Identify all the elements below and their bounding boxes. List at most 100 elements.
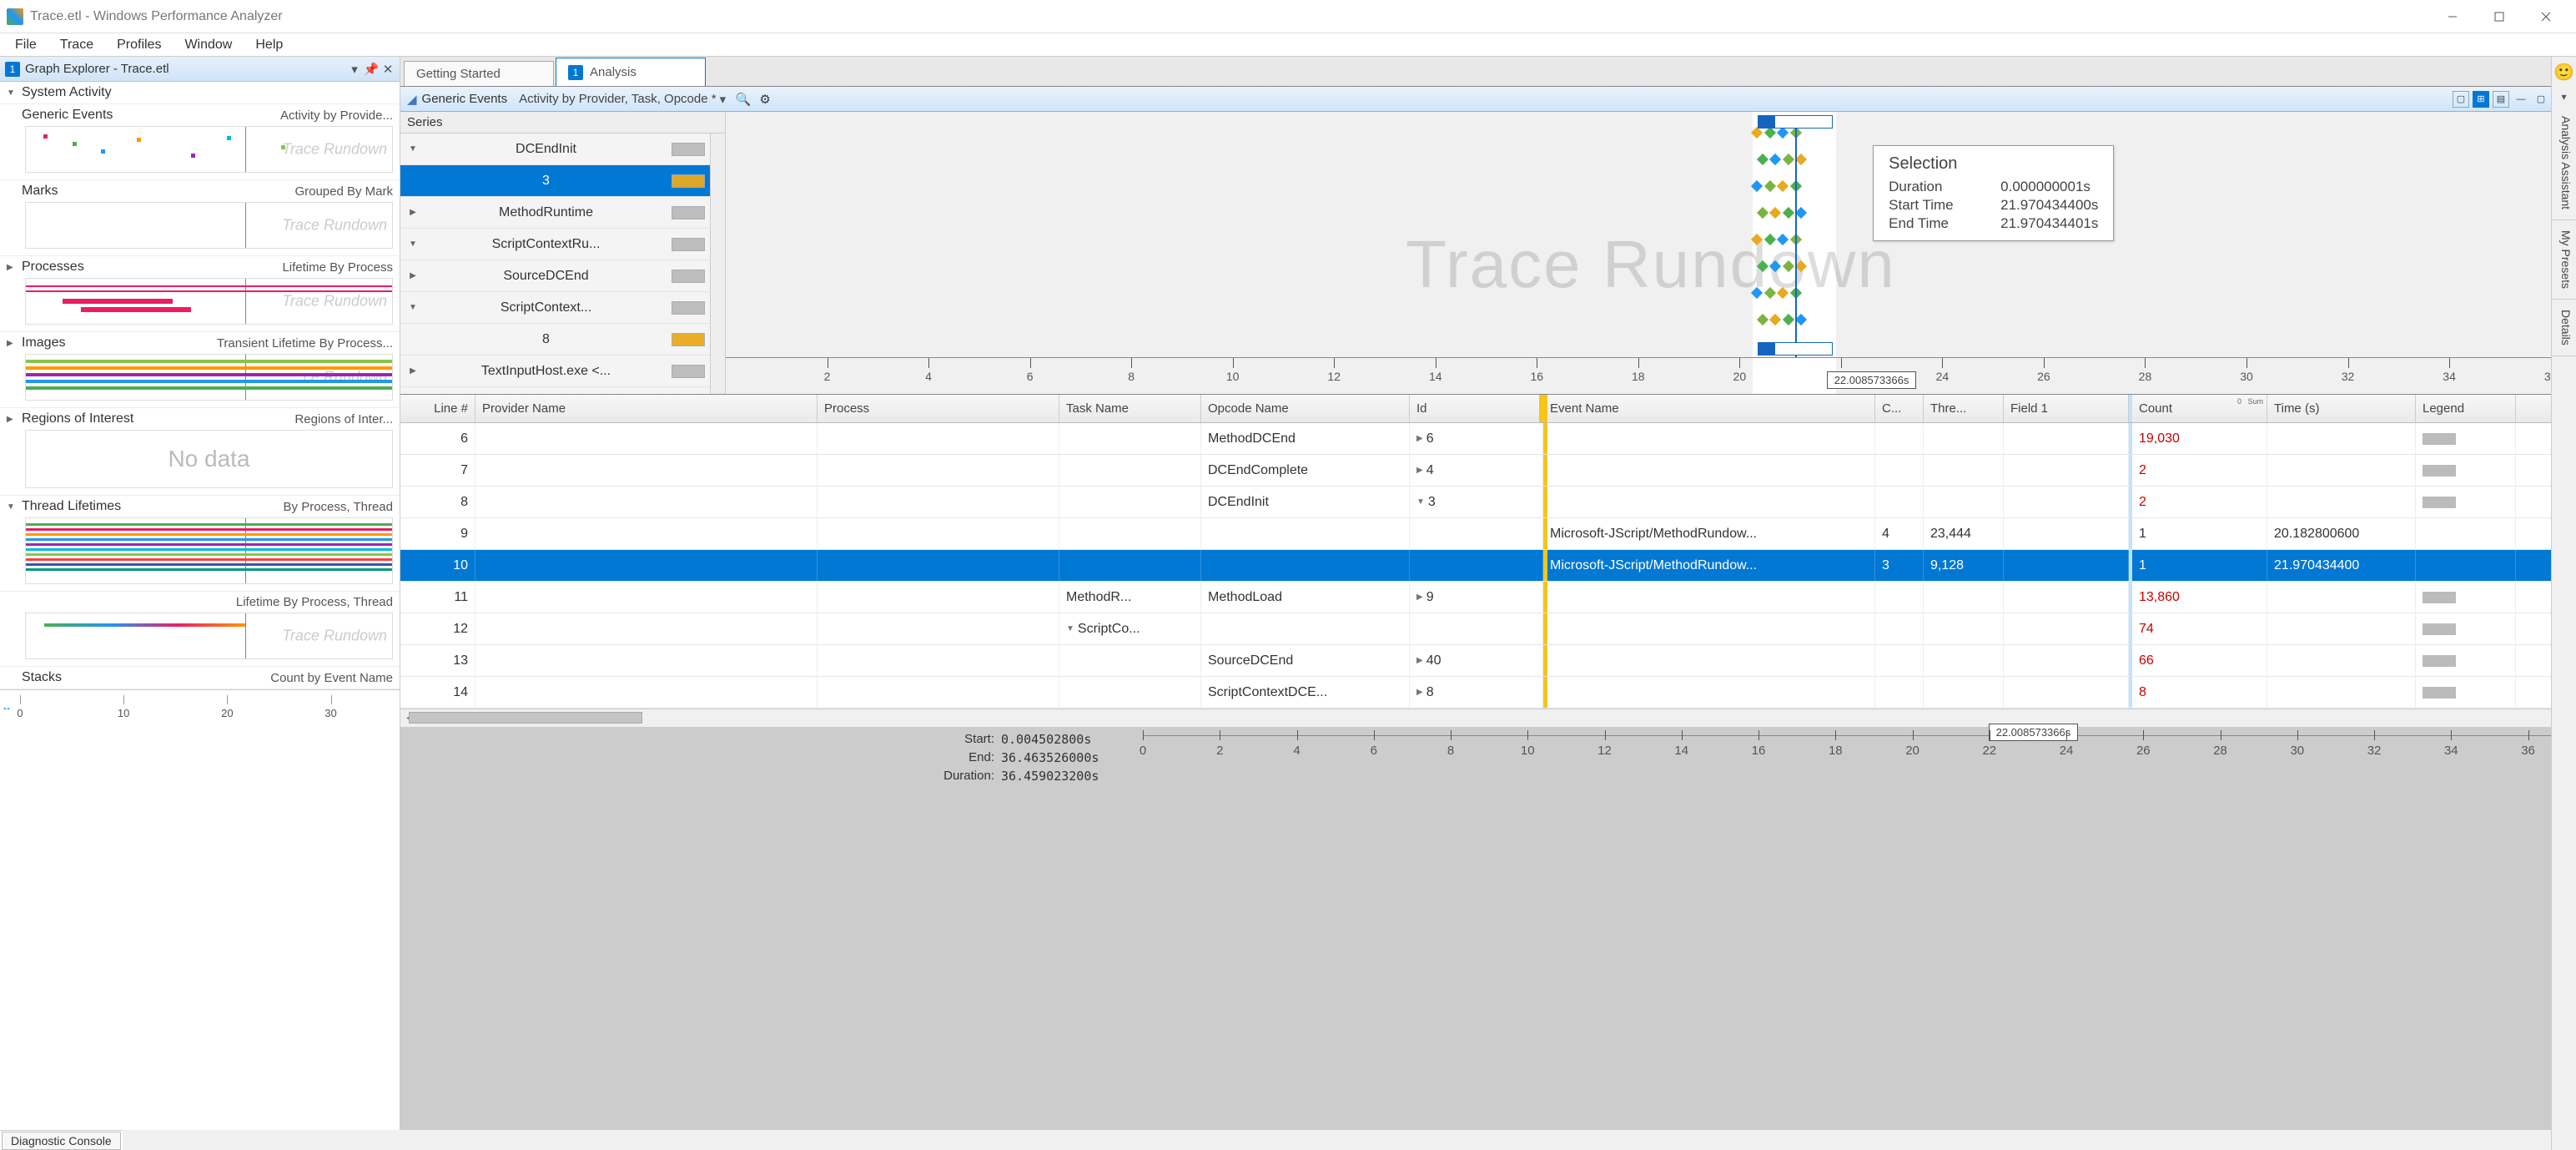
table-row[interactable]: 11MethodR...MethodLoad▶913,860 (400, 582, 2576, 613)
col-line[interactable]: Line # (400, 395, 475, 422)
thumbnail-lifetime-pt[interactable]: Trace Rundown (25, 613, 393, 659)
sidebar-ruler[interactable]: ↔ 0102030 (0, 689, 400, 723)
table-row[interactable]: 9Microsoft-JScript/MethodRundow...423,44… (400, 518, 2576, 550)
table-row[interactable]: 12▼ScriptCo...74 (400, 613, 2576, 645)
panel-maximize-icon[interactable]: ▢ (2533, 91, 2549, 108)
expand-icon[interactable]: ▼ (7, 502, 17, 512)
preset-dropdown-icon[interactable]: ▾ (720, 92, 727, 107)
view-mode-both-icon[interactable]: ⊞ (2473, 91, 2489, 108)
series-scrollbar[interactable] (710, 134, 725, 394)
tab-getting-started[interactable]: Getting Started (404, 61, 554, 86)
col-c[interactable]: C... (1875, 395, 1924, 422)
section-marks[interactable]: Marks Grouped By Mark Trace Rundown (0, 180, 400, 256)
panel-minimize-icon[interactable]: — (2513, 91, 2529, 108)
thumbnail-processes[interactable]: Trace Rundown (25, 278, 393, 325)
menu-trace[interactable]: Trace (48, 34, 105, 56)
series-row[interactable]: ▶TextInputHost.exe <... (400, 356, 710, 387)
col-event[interactable]: Event Name (1543, 395, 1875, 422)
table-header: Line # Provider Name Process Task Name O… (400, 395, 2576, 423)
selection-handle-bottom[interactable] (1758, 342, 1833, 356)
section-processes[interactable]: ▶ Processes Lifetime By Process Trace Ru… (0, 256, 400, 332)
timeline-chart[interactable]: Trace Rundown 24681012141618202224262830… (726, 112, 2576, 394)
col-thre[interactable]: Thre... (1924, 395, 2004, 422)
ruler-arrow-icon[interactable]: ↔ (2, 701, 12, 713)
table-row[interactable]: 6MethodDCEnd▶619,030 (400, 423, 2576, 455)
section-title: Marks (22, 184, 58, 199)
col-count[interactable]: Count 0 Sum (2129, 395, 2267, 422)
sidebar-close-icon[interactable]: ✕ (381, 63, 395, 76)
scroll-thumb[interactable] (409, 712, 642, 724)
view-mode-table-icon[interactable]: ▤ (2493, 91, 2509, 108)
expand-icon[interactable]: ▼ (7, 88, 17, 98)
section-regions-of-interest[interactable]: ▶ Regions of Interest Regions of Inter..… (0, 408, 400, 496)
sidebar-title-text: Graph Explorer - Trace.etl (25, 62, 169, 76)
menu-window[interactable]: Window (173, 34, 244, 56)
thumbnail-roi[interactable]: No data (25, 430, 393, 488)
col-task[interactable]: Task Name (1059, 395, 1201, 422)
selection-handle-top[interactable] (1758, 115, 1833, 129)
expand-icon[interactable] (7, 598, 17, 607)
minimize-button[interactable] (2429, 2, 2476, 32)
col-field1[interactable]: Field 1 (2004, 395, 2129, 422)
expand-icon[interactable]: ▶ (7, 415, 17, 424)
series-row[interactable]: ▶MethodRuntime (400, 197, 710, 229)
series-row[interactable]: ▼DCEndInit (400, 134, 710, 165)
menu-help[interactable]: Help (244, 34, 294, 56)
section-subtitle: Regions of Inter... (294, 412, 393, 426)
series-row[interactable]: 3 (400, 165, 710, 197)
section-generic-events[interactable]: Generic Events Activity by Provide... Tr… (0, 104, 400, 180)
table-row[interactable]: 10Microsoft-JScript/MethodRundow...39,12… (400, 550, 2576, 582)
table-hscrollbar[interactable]: ◀ ▶ (400, 709, 2576, 727)
section-thread-lifetimes[interactable]: ▼ Thread Lifetimes By Process, Thread (0, 496, 400, 592)
tab-details[interactable]: Details (2552, 300, 2576, 356)
col-process[interactable]: Process (818, 395, 1059, 422)
section-stacks[interactable]: Stacks Count by Event Name (0, 667, 400, 689)
feedback-icon[interactable]: 🙂 (2552, 57, 2576, 88)
table-row[interactable]: 14ScriptContextDCE...▶88 (400, 677, 2576, 709)
col-provider[interactable]: Provider Name (475, 395, 818, 422)
thumbnail-images[interactable]: ce Rundown (25, 354, 393, 401)
gear-icon[interactable]: ⚙ (757, 92, 772, 107)
section-title: Images (22, 335, 65, 351)
expand-icon[interactable] (7, 187, 17, 196)
thumbnail-thread-lifetimes[interactable] (25, 517, 393, 584)
close-button[interactable] (2523, 2, 2569, 32)
bottom-ruler[interactable]: 22.008573366s 02468101214161820222426283… (1143, 727, 2576, 1130)
sidebar-dropdown-icon[interactable]: ▾ (348, 63, 361, 76)
search-icon[interactable]: 🔍 (736, 92, 751, 107)
tab-my-presets[interactable]: My Presets (2552, 220, 2576, 300)
table-row[interactable]: 7DCEndComplete▶42 (400, 455, 2576, 487)
table-row[interactable]: 13SourceDCEnd▶4066 (400, 645, 2576, 677)
view-mode-chart-icon[interactable]: ▢ (2453, 91, 2469, 108)
diagnostic-console-tab[interactable]: Diagnostic Console (2, 1132, 121, 1150)
graph-explorer-sidebar: 1 Graph Explorer - Trace.etl ▾ 📌 ✕ ▼ Sys… (0, 57, 400, 1130)
expand-icon[interactable]: ▶ (7, 263, 17, 272)
maximize-button[interactable] (2476, 2, 2523, 32)
series-row[interactable]: 8 (400, 324, 710, 356)
menu-file[interactable]: File (3, 34, 48, 56)
col-opcode[interactable]: Opcode Name (1201, 395, 1410, 422)
expand-icon[interactable] (7, 673, 17, 683)
col-id[interactable]: Id (1410, 395, 1543, 422)
thumbnail-marks[interactable]: Trace Rundown (25, 202, 393, 249)
collapse-icon[interactable]: ◢ (407, 92, 417, 107)
series-row[interactable]: ▼ScriptContext... (400, 292, 710, 324)
menu-profiles[interactable]: Profiles (105, 34, 173, 56)
stats-labels: Start:0.004502800s End:36.463526000s Dur… (400, 727, 1143, 1130)
col-time[interactable]: Time (s) (2267, 395, 2416, 422)
thumbnail-generic-events[interactable]: Trace Rundown (25, 126, 393, 173)
expand-icon[interactable] (7, 111, 17, 120)
section-images[interactable]: ▶ Images Transient Lifetime By Process..… (0, 332, 400, 408)
series-row[interactable]: ▼ScriptContextRu... (400, 229, 710, 260)
table-row[interactable]: 8DCEndInit▼32 (400, 487, 2576, 518)
section-lifetime-by-process-thread[interactable]: Lifetime By Process, Thread Trace Rundow… (0, 592, 400, 667)
tab-analysis[interactable]: 1 Analysis (556, 58, 706, 86)
col-legend[interactable]: Legend (2416, 395, 2516, 422)
dropdown-icon[interactable]: ▾ (2552, 88, 2576, 106)
series-row[interactable]: ▶SourceDCEnd (400, 260, 710, 292)
timeline-ruler[interactable]: 24681012141618202224262830323436 (726, 357, 2576, 394)
sidebar-pin-icon[interactable]: 📌 (365, 63, 378, 76)
expand-icon[interactable]: ▶ (7, 339, 17, 348)
tab-analysis-assistant[interactable]: Analysis Assistant (2552, 106, 2576, 220)
section-title: Processes (22, 260, 84, 275)
